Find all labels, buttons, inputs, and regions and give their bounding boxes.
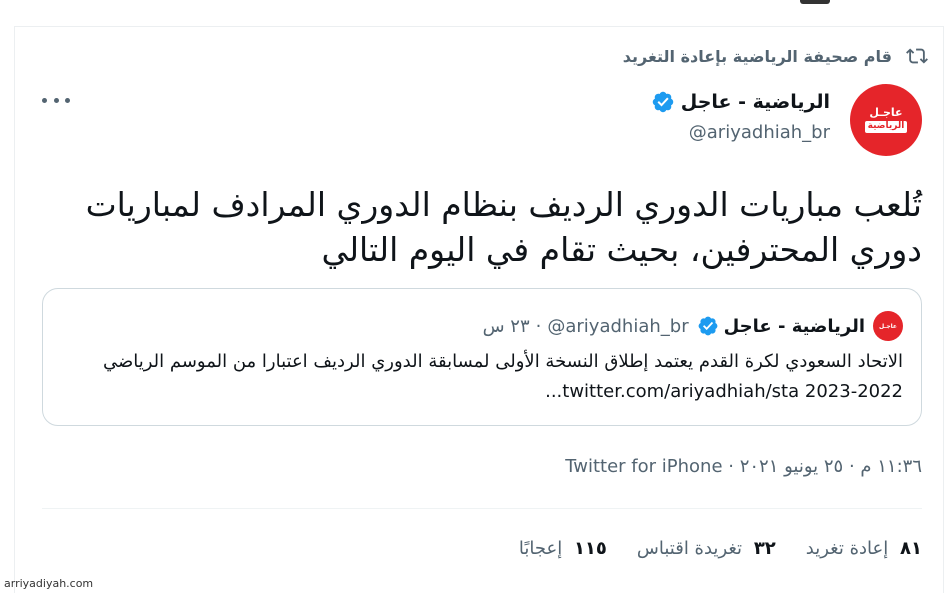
more-dot [53, 97, 59, 103]
retweet-context[interactable]: قام صحيفة الرياضية بإعادة التغريد [623, 44, 928, 68]
likes-label: إعجابًا [518, 538, 563, 559]
divider [42, 508, 922, 509]
more-dot [65, 97, 70, 103]
quoted-tweet[interactable]: عاجـل الرياضية - عاجل @ariyadhiah_br · ٢… [42, 288, 922, 426]
quoted-separator: · [535, 315, 542, 337]
verified-badge-icon [698, 316, 717, 336]
retweets-label: إعادة تغريد [805, 538, 889, 559]
avatar-logo-top: عاجـل [869, 106, 903, 120]
quotes-stat[interactable]: ٣٢ تغريدة اقتباس [637, 538, 776, 559]
quotes-count: ٣٢ [753, 538, 776, 559]
tweet-timestamp-source[interactable]: ١١:٣٦ م · ٢٥ يونيو ٢٠٢١ · Twitter for iP… [565, 456, 922, 477]
author-handle[interactable]: @ariyadhiah_br [651, 122, 830, 143]
quoted-avatar-logo: عاجـل [878, 322, 898, 330]
tweet-stats: ٨١ إعادة تغريد ٣٢ تغريدة اقتباس ١١٥ إعجا… [489, 538, 922, 559]
quoted-tweet-time: ٢٣ س [482, 315, 530, 337]
watermark: arriyadiyah.com [4, 577, 94, 590]
quoted-tweet-header: عاجـل الرياضية - عاجل @ariyadhiah_br · ٢… [483, 311, 903, 341]
retweet-context-label: قام صحيفة الرياضية بإعادة التغريد [622, 46, 892, 66]
quoted-author-handle: @ariyadhiah_br [547, 315, 689, 337]
author-avatar[interactable]: عاجـل الرياضية [850, 84, 922, 156]
quoted-tweet-text: الاتحاد السعودي لكرة القدم يعتمد إطلاق ا… [102, 351, 903, 402]
likes-count: ١١٥ [573, 538, 607, 559]
top-strip [0, 0, 950, 26]
author-info[interactable]: الرياضية - عاجل @ariyadhiah_br [651, 88, 830, 143]
avatar-logo-bottom: الرياضية [864, 121, 908, 133]
more-dot [42, 97, 47, 103]
tweet-screenshot: قام صحيفة الرياضية بإعادة التغريد عاجـل … [0, 0, 950, 593]
author-name-line[interactable]: الرياضية - عاجل [651, 88, 830, 116]
more-options-icon[interactable] [42, 92, 70, 108]
author-display-name[interactable]: الرياضية - عاجل [681, 91, 830, 113]
retweets-stat[interactable]: ٨١ إعادة تغريد [806, 538, 922, 559]
quotes-label: تغريدة اقتباس [636, 538, 743, 559]
verified-badge-icon [652, 91, 673, 113]
retweet-icon [906, 48, 928, 64]
tweet-text: تُلعب مباريات الدوري الرديف بنظام الدوري… [85, 185, 922, 269]
likes-stat[interactable]: ١١٥ إعجابًا [519, 538, 607, 559]
retweets-count: ٨١ [900, 538, 922, 559]
previous-element-fragment [800, 0, 830, 4]
quoted-author-name: الرياضية - عاجل [723, 315, 865, 337]
quoted-author-avatar: عاجـل [873, 311, 903, 341]
